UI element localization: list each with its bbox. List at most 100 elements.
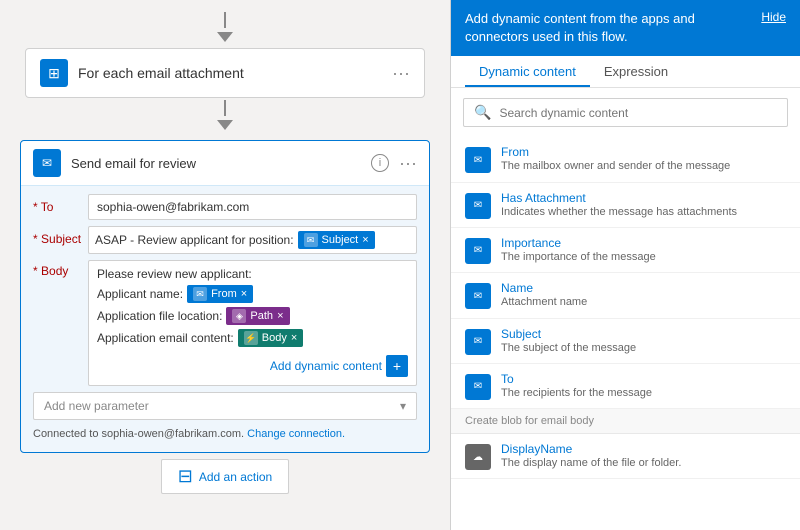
body-line3: Application file location: ◈ Path × xyxy=(97,307,408,325)
add-dynamic-link[interactable]: Add dynamic content xyxy=(270,359,382,373)
to-item-desc: The recipients for the message xyxy=(501,386,786,400)
body-line1: Please review new applicant: xyxy=(97,267,408,281)
dynamic-item-to[interactable]: ✉ To The recipients for the message xyxy=(451,364,800,409)
body-text2: Applicant name: xyxy=(97,287,183,301)
send-email-menu-btn[interactable]: ··· xyxy=(399,154,417,172)
path-tag-label: Path xyxy=(250,310,273,322)
search-box: 🔍 xyxy=(463,98,788,127)
subject-item-desc: The subject of the message xyxy=(501,341,786,355)
foreach-block[interactable]: ⊞ For each email attachment ··· xyxy=(25,48,425,98)
send-email-body: To sophia-owen@fabrikam.com Subject ASAP… xyxy=(21,186,429,452)
section-header: Create blob for email body xyxy=(451,409,800,434)
left-panel: ⊞ For each email attachment ··· ✉ Send e… xyxy=(0,0,450,530)
from-tag-icon: ✉ xyxy=(193,287,207,301)
search-input[interactable] xyxy=(499,106,777,120)
name-item-name: Name xyxy=(501,281,786,295)
arrow-middle xyxy=(217,100,233,134)
to-item-text: To The recipients for the message xyxy=(501,372,786,400)
subject-input[interactable]: ASAP - Review applicant for position: ✉ … xyxy=(88,226,417,254)
subject-item-icon: ✉ xyxy=(465,329,491,355)
name-item-icon: ✉ xyxy=(465,283,491,309)
right-header: Add dynamic content from the apps and co… xyxy=(451,0,800,56)
foreach-label: For each email attachment xyxy=(78,65,382,81)
has-attachment-icon: ✉ xyxy=(465,193,491,219)
from-item-icon: ✉ xyxy=(465,147,491,173)
connected-label: Connected to sophia-owen@fabrikam.com. xyxy=(33,428,244,440)
body-line2: Applicant name: ✉ From × xyxy=(97,285,408,303)
body-tag-close[interactable]: × xyxy=(291,332,297,344)
importance-desc: The importance of the message xyxy=(501,250,786,264)
add-param-label: Add new parameter xyxy=(44,399,149,413)
dynamic-list: ✉ From The mailbox owner and sender of t… xyxy=(451,137,800,530)
dynamic-item-name[interactable]: ✉ Name Attachment name xyxy=(451,273,800,318)
send-email-title: Send email for review xyxy=(71,156,361,171)
has-attachment-desc: Indicates whether the message has attach… xyxy=(501,205,786,219)
displayname-text: DisplayName The display name of the file… xyxy=(501,442,786,470)
from-item-name: From xyxy=(501,145,786,159)
send-email-icon: ✉ xyxy=(33,149,61,177)
body-text1: Please review new applicant: xyxy=(97,267,252,281)
subject-tag-close[interactable]: × xyxy=(362,234,368,246)
subject-item-name: Subject xyxy=(501,327,786,341)
body-tag-icon: ⚡ xyxy=(244,331,258,345)
subject-tag-icon: ✉ xyxy=(304,233,318,247)
add-dynamic-btn[interactable]: + xyxy=(386,355,408,377)
has-attachment-name: Has Attachment xyxy=(501,191,786,205)
from-tag[interactable]: ✉ From × xyxy=(187,285,253,303)
send-email-block: ✉ Send email for review i ··· To sophia-… xyxy=(20,140,430,453)
table-icon: ⊟ xyxy=(178,466,193,487)
displayname-icon: ☁ xyxy=(465,444,491,470)
foreach-icon: ⊞ xyxy=(40,59,68,87)
subject-tag-label: Subject xyxy=(322,234,359,246)
body-tag[interactable]: ⚡ Body × xyxy=(238,329,304,347)
displayname-desc: The display name of the file or folder. xyxy=(501,456,786,470)
from-item-desc: The mailbox owner and sender of the mess… xyxy=(501,159,786,173)
add-param-row[interactable]: Add new parameter ▾ xyxy=(33,392,417,420)
add-action-label: Add an action xyxy=(199,470,272,484)
add-dynamic-row: Add dynamic content + xyxy=(97,351,408,379)
to-item-name: To xyxy=(501,372,786,386)
path-tag[interactable]: ◈ Path × xyxy=(226,307,289,325)
hide-link[interactable]: Hide xyxy=(761,10,786,24)
tab-dynamic-content[interactable]: Dynamic content xyxy=(465,56,590,87)
dynamic-item-importance[interactable]: ✉ Importance The importance of the messa… xyxy=(451,228,800,273)
connected-text: Connected to sophia-owen@fabrikam.com. C… xyxy=(33,424,417,444)
displayname-name: DisplayName xyxy=(501,442,786,456)
name-item-desc: Attachment name xyxy=(501,295,786,309)
right-header-text: Add dynamic content from the apps and co… xyxy=(465,10,761,46)
path-tag-icon: ◈ xyxy=(232,309,246,323)
subject-item-text: Subject The subject of the message xyxy=(501,327,786,355)
dynamic-item-subject[interactable]: ✉ Subject The subject of the message xyxy=(451,319,800,364)
add-action-button[interactable]: ⊟ Add an action xyxy=(161,459,289,494)
search-icon: 🔍 xyxy=(474,104,491,121)
body-row: Body Please review new applicant: Applic… xyxy=(33,260,417,386)
send-email-header: ✉ Send email for review i ··· xyxy=(21,141,429,186)
foreach-menu-btn[interactable]: ··· xyxy=(392,64,410,82)
to-input[interactable]: sophia-owen@fabrikam.com xyxy=(88,194,417,220)
body-textarea[interactable]: Please review new applicant: Applicant n… xyxy=(88,260,417,386)
importance-icon: ✉ xyxy=(465,238,491,264)
body-line4: Application email content: ⚡ Body × xyxy=(97,329,408,347)
path-tag-close[interactable]: × xyxy=(277,310,283,322)
tab-expression[interactable]: Expression xyxy=(590,56,682,87)
arrow-top xyxy=(217,12,233,46)
chevron-down-icon: ▾ xyxy=(400,399,406,413)
name-item-text: Name Attachment name xyxy=(501,281,786,309)
body-text4: Application email content: xyxy=(97,331,234,345)
dynamic-item-displayname[interactable]: ☁ DisplayName The display name of the fi… xyxy=(451,434,800,479)
dynamic-item-has-attachment[interactable]: ✉ Has Attachment Indicates whether the m… xyxy=(451,183,800,228)
to-label: To xyxy=(33,194,88,214)
tabs-row: Dynamic content Expression xyxy=(451,56,800,88)
importance-name: Importance xyxy=(501,236,786,250)
from-tag-label: From xyxy=(211,288,237,300)
subject-row: Subject ASAP - Review applicant for posi… xyxy=(33,226,417,254)
dynamic-item-from[interactable]: ✉ From The mailbox owner and sender of t… xyxy=(451,137,800,182)
importance-text: Importance The importance of the message xyxy=(501,236,786,264)
from-tag-close[interactable]: × xyxy=(241,288,247,300)
body-tag-label: Body xyxy=(262,332,287,344)
has-attachment-text: Has Attachment Indicates whether the mes… xyxy=(501,191,786,219)
subject-tag[interactable]: ✉ Subject × xyxy=(298,231,375,249)
change-connection-link[interactable]: Change connection. xyxy=(247,428,345,440)
from-item-text: From The mailbox owner and sender of the… xyxy=(501,145,786,173)
info-icon[interactable]: i xyxy=(371,154,389,172)
